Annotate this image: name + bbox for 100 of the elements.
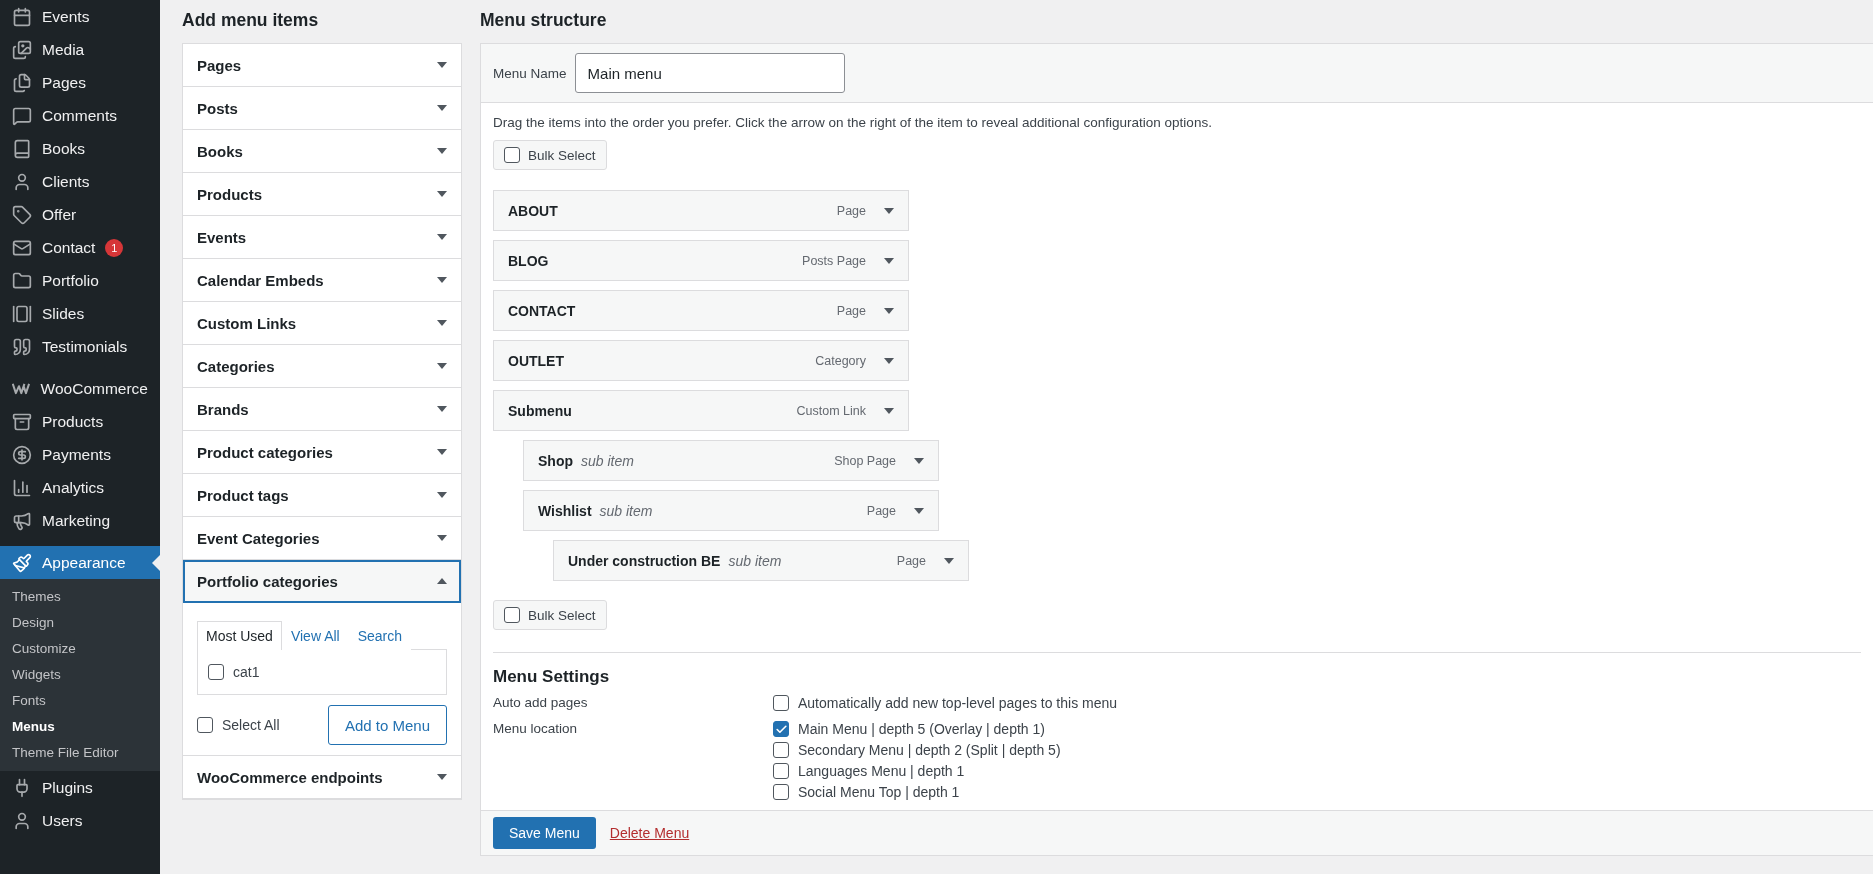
checkbox[interactable] xyxy=(773,742,789,758)
submenu-item[interactable]: Fonts xyxy=(0,687,160,713)
add-to-menu-button[interactable]: Add to Menu xyxy=(327,705,447,745)
sidebar-item[interactable]: Books xyxy=(0,132,160,165)
menu-item-bar[interactable]: Under construction BE sub item Page xyxy=(553,540,969,581)
sidebar-item[interactable]: Offer xyxy=(0,198,160,231)
slides-icon xyxy=(12,303,32,324)
caret-icon[interactable] xyxy=(884,407,894,414)
sidebar-item[interactable]: Clients xyxy=(0,165,160,198)
caret-icon[interactable] xyxy=(944,557,954,564)
pages-icon xyxy=(12,72,32,93)
sidebar-item[interactable]: WooCommerce xyxy=(0,372,160,405)
accordion-title: Custom Links xyxy=(197,314,297,332)
accordion-title: Brands xyxy=(197,400,249,418)
sidebar-item-label: WooCommerce xyxy=(40,379,148,398)
sub-item-note: sub item xyxy=(599,502,653,519)
sidebar-item[interactable]: Plugins xyxy=(0,771,160,804)
images-icon xyxy=(12,39,32,60)
checkbox[interactable] xyxy=(208,664,224,680)
accordion-title: Calendar Embeds xyxy=(197,271,324,289)
accordion-title: Product categories xyxy=(197,443,333,461)
checkbox[interactable] xyxy=(773,695,789,711)
caret-icon[interactable] xyxy=(884,207,894,214)
checkbox[interactable] xyxy=(773,721,789,737)
sidebar-item[interactable]: Comments xyxy=(0,99,160,132)
submenu-item[interactable]: Customize xyxy=(0,635,160,661)
caret-icon xyxy=(437,277,447,283)
accordion-title: WooCommerce endpoints xyxy=(197,768,383,786)
sidebar-item-label: Comments xyxy=(42,106,117,125)
menu-item-type: Shop Page xyxy=(834,453,896,468)
menu-item-type: Category xyxy=(815,353,866,368)
save-menu-button[interactable]: Save Menu xyxy=(493,817,596,849)
menu-item-bar[interactable]: ABOUT Page xyxy=(493,190,909,231)
menu-item-bar[interactable]: OUTLET Category xyxy=(493,340,909,381)
menu-item-title: Shop xyxy=(538,452,573,469)
menu-item-title: Submenu xyxy=(508,402,572,419)
sidebar-item[interactable]: Events xyxy=(0,0,160,33)
sidebar-item[interactable]: Slides xyxy=(0,297,160,330)
caret-icon[interactable] xyxy=(884,357,894,364)
menu-item-type: Custom Link xyxy=(796,403,866,418)
tab[interactable]: Most Used xyxy=(197,621,282,650)
sidebar-item[interactable]: Media xyxy=(0,33,160,66)
caret-icon xyxy=(437,234,447,240)
checkbox[interactable] xyxy=(197,717,213,733)
sidebar-item[interactable]: Payments xyxy=(0,438,160,471)
section-heading: Add menu items xyxy=(182,10,320,31)
accordion-header[interactable]: Portfolio categories xyxy=(183,560,461,603)
bulk-select-button[interactable]: Bulk Select xyxy=(493,140,607,170)
bulk-select-button[interactable]: Bulk Select xyxy=(493,600,607,630)
sidebar-item[interactable]: Marketing xyxy=(0,504,160,537)
submenu-item[interactable]: Theme File Editor xyxy=(0,739,160,765)
caret-icon[interactable] xyxy=(914,457,924,464)
delete-menu-link[interactable]: Delete Menu xyxy=(609,825,690,841)
caret-icon xyxy=(437,363,447,369)
submenu-item[interactable]: Menus xyxy=(0,713,160,739)
sidebar-item[interactable]: Analytics xyxy=(0,471,160,504)
accordion-title: Event Categories xyxy=(197,529,320,547)
checkbox[interactable] xyxy=(773,763,789,779)
paintbrush-icon xyxy=(12,552,32,573)
accordion-title: Products xyxy=(197,185,262,203)
caret-icon xyxy=(437,774,447,780)
field-label: Menu Name xyxy=(493,65,567,81)
menu-item-title: Wishlist xyxy=(538,502,592,519)
caret-icon xyxy=(437,535,447,541)
sidebar-item-label: Slides xyxy=(42,304,85,323)
sidebar-item[interactable]: Contact 1 xyxy=(0,231,160,264)
checkbox[interactable] xyxy=(773,784,789,800)
menu-item-bar[interactable]: BLOG Posts Page xyxy=(493,240,909,281)
checkbox-label: Automatically add new top-level pages to this menu xyxy=(798,695,1118,711)
checkbox[interactable] xyxy=(504,607,520,623)
sidebar-item-label: Marketing xyxy=(42,511,111,530)
submenu-item[interactable]: Widgets xyxy=(0,661,160,687)
sidebar-item[interactable]: Appearance xyxy=(0,546,160,579)
submenu-item[interactable]: Themes xyxy=(0,583,160,609)
sidebar-item[interactable]: Users xyxy=(0,804,160,837)
accordion-title: Categories xyxy=(197,357,275,375)
caret-icon[interactable] xyxy=(884,307,894,314)
checkbox-label: Select All xyxy=(222,717,280,733)
sidebar-item[interactable]: Pages xyxy=(0,66,160,99)
setting-label: Auto add pages xyxy=(493,695,589,711)
sidebar-item[interactable]: Portfolio xyxy=(0,264,160,297)
menu-name-field[interactable]: Main menu xyxy=(574,53,845,93)
submenu-item[interactable]: Design xyxy=(0,609,160,635)
bar-chart-icon xyxy=(12,477,32,498)
quote-icon xyxy=(12,336,32,357)
sidebar-item-label: Clients xyxy=(42,172,90,191)
checkbox-label: Secondary Menu | depth 2 (Split | depth 5) xyxy=(798,742,1061,758)
sidebar-item[interactable]: Testimonials xyxy=(0,330,160,363)
checkbox[interactable] xyxy=(504,147,520,163)
sidebar-item[interactable]: Products xyxy=(0,405,160,438)
menu-item-type: Page xyxy=(866,503,896,518)
menu-item-bar[interactable]: Shop sub item Shop Page xyxy=(523,440,939,481)
menu-item-bar[interactable]: Submenu Custom Link xyxy=(493,390,909,431)
menu-item-bar[interactable]: Wishlist sub item Page xyxy=(523,490,939,531)
caret-icon xyxy=(437,406,447,412)
menu-item-bar[interactable]: CONTACT Page xyxy=(493,290,909,331)
caret-icon[interactable] xyxy=(884,257,894,264)
caret-icon[interactable] xyxy=(914,507,924,514)
sidebar-item-label: Media xyxy=(42,40,85,59)
archive-icon xyxy=(12,411,32,432)
